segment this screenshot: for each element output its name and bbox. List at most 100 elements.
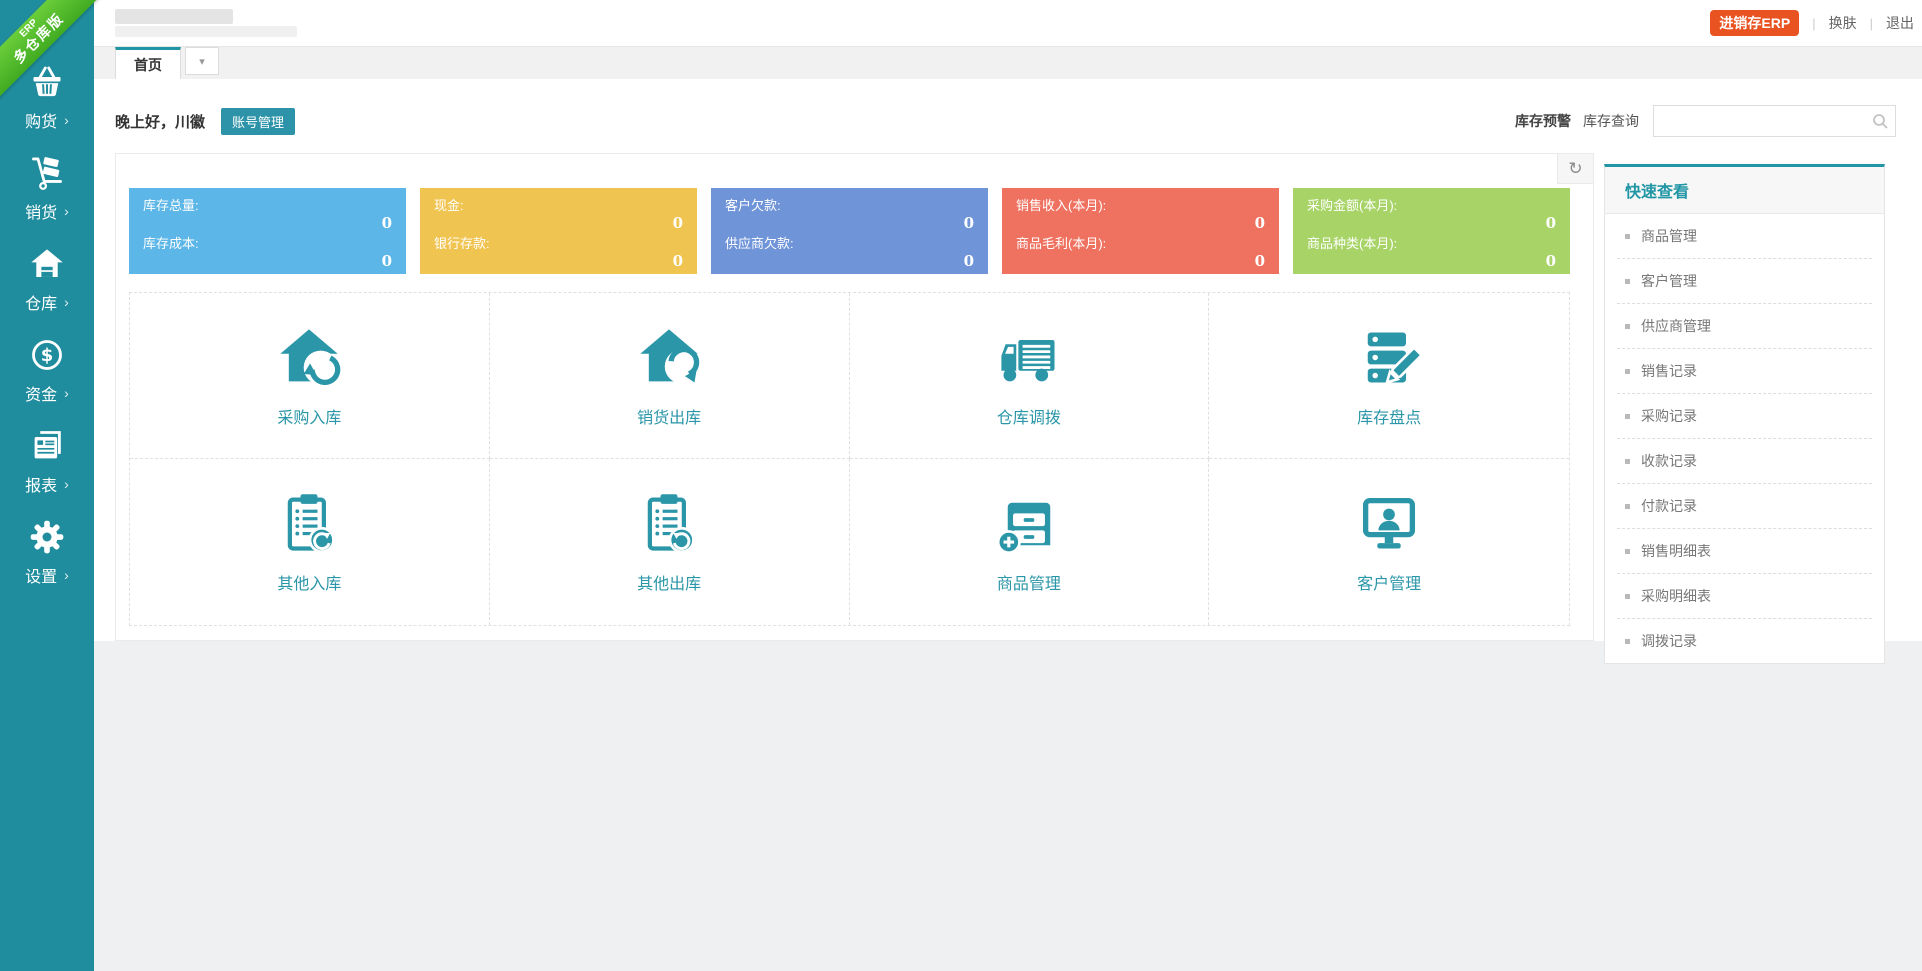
shortcut-label: 其他入库 [277,576,342,593]
top-bar: 进销存ERP | 换肤 | 退出 [94,0,1922,47]
quickview-item-suppliers[interactable]: 供应商管理 [1617,304,1872,349]
shortcut-label: 商品管理 [996,576,1061,593]
sidebar-item-label: 购货 [25,113,58,131]
quickview-item-purchase-detail[interactable]: 采购明细表 [1617,574,1872,619]
bullet-icon [1625,278,1630,284]
chevron-right-icon: › [64,293,69,310]
stat-value: 0 [1545,214,1556,232]
stat-value: 0 [1254,214,1265,232]
bullet-icon [1625,458,1630,464]
stat-value: 0 [963,214,974,232]
chevron-right-icon: › [64,111,69,128]
stat-label: 银行存款: [434,236,490,251]
house-arrow-in-icon [275,324,343,392]
quickview-item-customers[interactable]: 客户管理 [1617,259,1872,304]
bullet-icon [1625,233,1630,239]
stat-label: 库存成本: [143,236,199,251]
shortcut-label: 客户管理 [1357,576,1422,593]
quickview-item-sales-records[interactable]: 销售记录 [1617,349,1872,394]
sidebar-item-warehouse[interactable]: 仓库 › [0,234,94,325]
quickview-item-label: 客户管理 [1641,273,1697,289]
bullet-icon [1625,638,1630,644]
bullet-icon [1625,323,1630,329]
bullet-icon [1625,548,1630,554]
shortcut-other-inbound[interactable]: 其他入库 [130,459,490,625]
bullet-icon [1625,503,1630,509]
stat-label: 现金: [434,198,464,213]
caret-down-icon: ▾ [199,55,205,68]
erp-dashboard: 购货 › 销货 › 仓库 › $ 资金 › 报表 › 设置 › ERP 多仓库版… [0,0,1922,971]
logo-placeholder [115,9,297,37]
sidebar-item-settings[interactable]: 设置 › [0,507,94,598]
stat-value: 0 [1254,252,1265,270]
account-manage-button[interactable]: 账号管理 [221,107,296,135]
shortcut-warehouse-transfer[interactable]: 仓库调拨 [849,293,1210,459]
quickview-item-label: 销售明细表 [1641,543,1711,559]
shortcut-label: 销货出库 [637,409,702,427]
quick-view-panel: 快速查看 商品管理 客户管理 供应商管理 销售记录 采购记录 收款记录 付款记录… [1604,164,1885,664]
sidebar-item-label: 报表 [25,477,58,495]
sidebar-item-sales[interactable]: 销货 › [0,143,94,234]
sidebar-item-purchase[interactable]: 购货 › [0,52,94,143]
stat-card-inventory: 库存总量: 0 库存成本: 0 [129,188,406,274]
quickview-item-transfer-records[interactable]: 调拨记录 [1617,619,1872,663]
stat-card-cash: 现金: 0 银行存款: 0 [420,188,697,274]
dollar-circle-icon: $ [29,337,65,373]
separator: | [1812,15,1816,31]
shortcut-purchase-inbound[interactable]: 采购入库 [130,293,490,459]
report-icon [29,428,65,464]
sidebar-item-reports[interactable]: 报表 › [0,416,94,507]
shortcut-label: 其他出库 [637,576,702,593]
quickview-item-label: 采购记录 [1641,408,1697,424]
bullet-icon [1625,413,1630,419]
stat-value: 0 [381,252,392,270]
quickview-item-sales-detail[interactable]: 销售明细表 [1617,529,1872,574]
clipboard-arrow-out-icon [635,490,703,558]
quickview-item-products[interactable]: 商品管理 [1617,214,1872,259]
stock-query-link[interactable]: 库存查询 [1583,111,1639,131]
quickview-item-label: 销售记录 [1641,363,1697,379]
shortcut-sales-outbound[interactable]: 销货出库 [489,293,850,459]
quickview-item-payment-records[interactable]: 付款记录 [1617,484,1872,529]
tab-dropdown-button[interactable]: ▾ [185,47,219,75]
shortcut-customer-manage[interactable]: 客户管理 [1209,459,1569,625]
stat-value: 0 [381,214,392,232]
shortcut-label: 库存盘点 [1357,409,1422,427]
stock-search [1653,105,1896,137]
shortcut-stock-count[interactable]: 库存盘点 [1209,293,1569,459]
tab-strip: 首页 ▾ [94,47,1922,79]
chevron-right-icon: › [64,566,69,583]
shortcut-label: 仓库调拨 [996,409,1061,427]
stat-label: 商品毛利(本月): [1016,236,1107,251]
quickview-item-purchase-records[interactable]: 采购记录 [1617,394,1872,439]
sidebar-item-label: 仓库 [25,295,58,313]
sidebar-item-funds[interactable]: $ 资金 › [0,325,94,416]
chevron-right-icon: › [64,384,69,401]
erp-badge[interactable]: 进销存ERP [1710,10,1800,36]
search-input[interactable] [1653,105,1896,137]
tab-home[interactable]: 首页 [115,47,181,79]
greeting-text: 晚上好，川徽 [115,113,206,131]
shortcut-product-manage[interactable]: 商品管理 [850,459,1210,625]
clipboard-arrow-in-icon [275,490,343,558]
shortcut-other-outbound[interactable]: 其他出库 [490,459,850,625]
sidebar: 购货 › 销货 › 仓库 › $ 资金 › 报表 › 设置 › [0,0,94,971]
refresh-button[interactable]: ↻ [1557,154,1593,184]
stat-label: 供应商欠款: [725,236,794,251]
bullet-icon [1625,368,1630,374]
logout-link[interactable]: 退出 [1886,13,1914,33]
stock-warning-link[interactable]: 库存预警 [1515,111,1571,131]
stat-card-sales-month: 销售收入(本月): 0 商品毛利(本月): 0 [1002,188,1279,274]
greeting-row: 晚上好，川徽 账号管理 库存预警 库存查询 [94,79,1922,137]
sidebar-nav: 购货 › 销货 › 仓库 › $ 资金 › 报表 › 设置 › [0,0,94,598]
stat-card-purchase-month: 采购金额(本月): 0 商品种类(本月): 0 [1293,188,1570,274]
svg-text:$: $ [41,345,54,366]
refresh-icon: ↻ [1568,158,1583,178]
change-skin-link[interactable]: 换肤 [1829,13,1857,33]
quickview-item-label: 收款记录 [1641,453,1697,469]
quickview-item-receipt-records[interactable]: 收款记录 [1617,439,1872,484]
stat-label: 客户欠款: [725,198,781,213]
stat-value: 0 [672,214,683,232]
stat-card-receivables: 客户欠款: 0 供应商欠款: 0 [711,188,988,274]
search-icon[interactable] [1872,113,1888,129]
